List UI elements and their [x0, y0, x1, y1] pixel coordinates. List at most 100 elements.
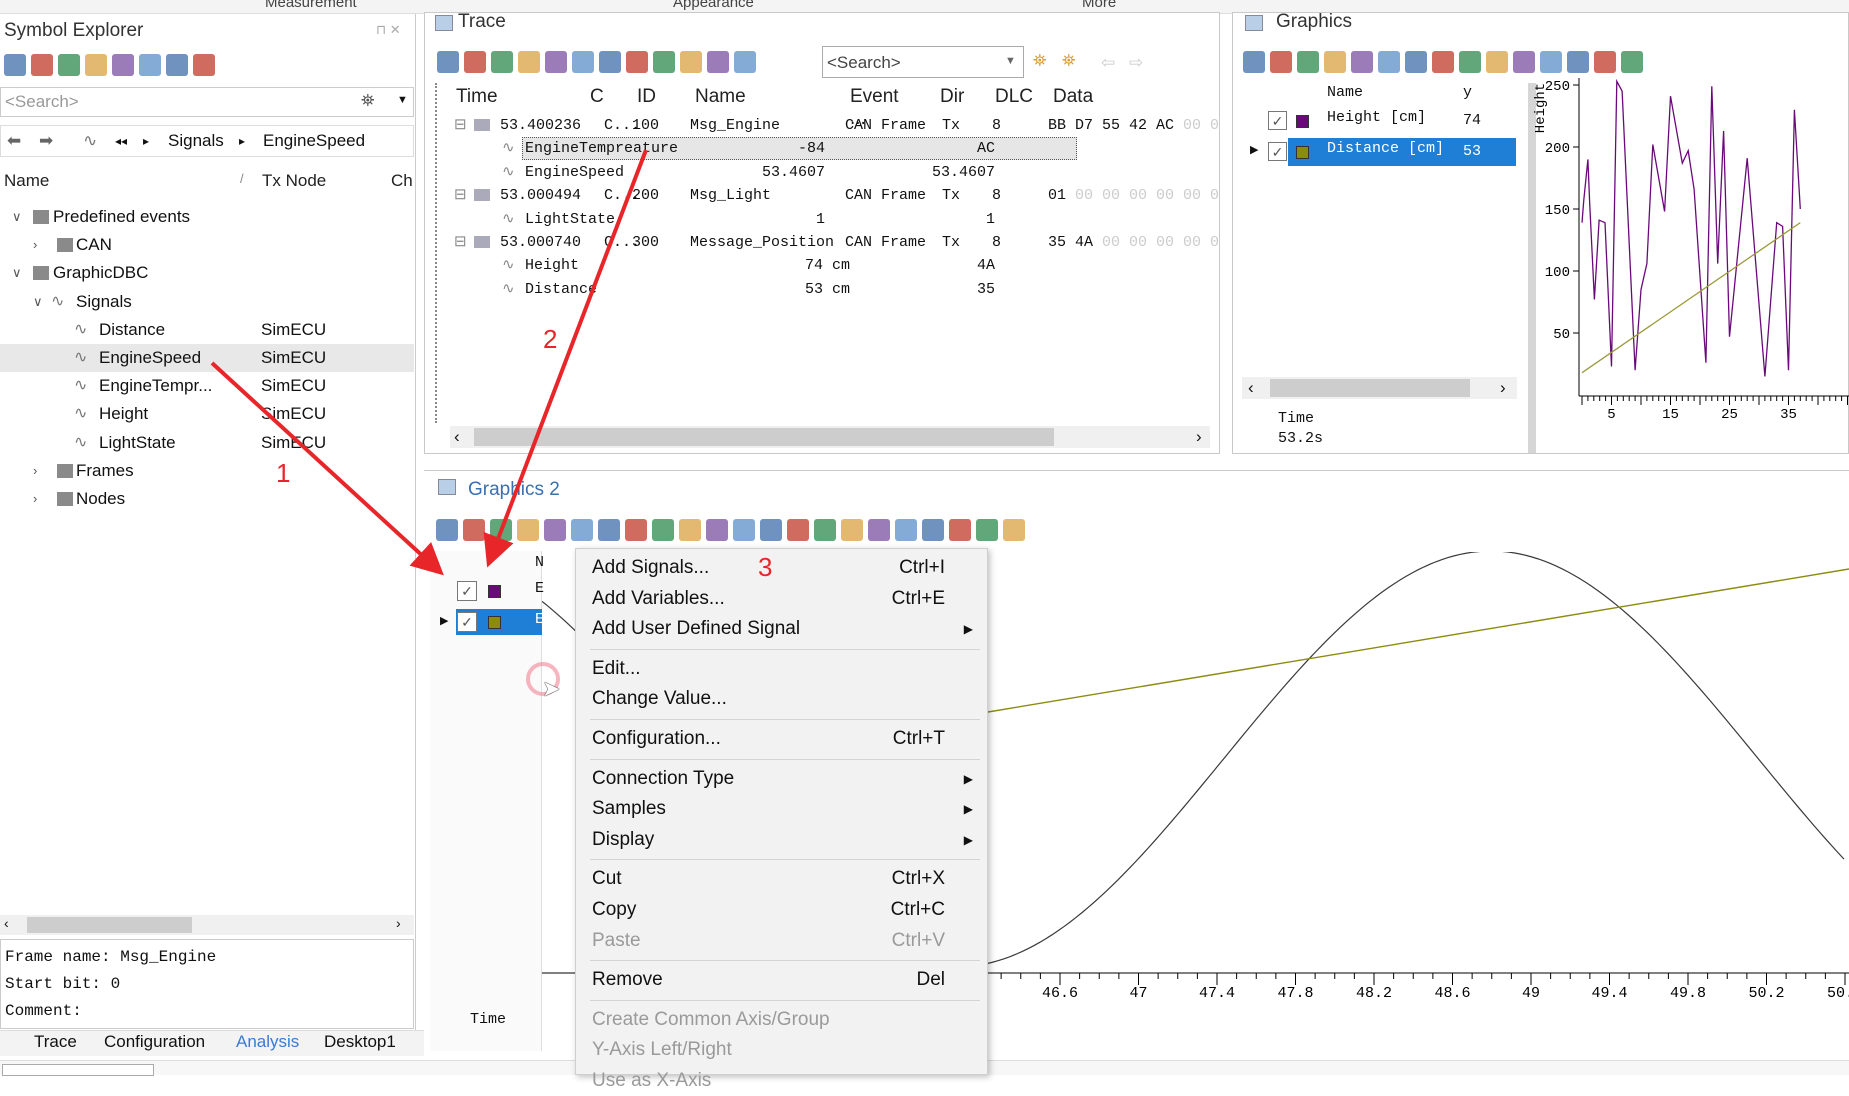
checkbox[interactable]: ✓ — [1268, 142, 1287, 161]
col-name[interactable]: Name — [4, 171, 49, 191]
filter-active-icon[interactable] — [734, 51, 756, 73]
funnel-multi-icon[interactable] — [545, 51, 567, 73]
trace-signal-row[interactable]: ∿ Distance 53 cm 35 — [450, 278, 1210, 301]
col-ch[interactable]: Ch — [391, 171, 413, 191]
tree-item[interactable]: ∿ Height SimECU — [0, 400, 414, 428]
chevron-down-icon[interactable]: ▼ — [397, 94, 408, 106]
chevron-down-icon[interactable]: ∨ — [33, 288, 43, 316]
xy-icon[interactable] — [949, 519, 971, 541]
trace-col-header[interactable]: C — [590, 86, 604, 108]
collapse-icon[interactable]: ⊟ — [454, 184, 467, 207]
measure-icon[interactable] — [1432, 51, 1454, 73]
menu-item-change-value[interactable]: Change Value... — [576, 684, 987, 714]
settings-icon[interactable] — [1003, 519, 1025, 541]
zoom-in-icon[interactable] — [679, 519, 701, 541]
legend-hscrollbar[interactable]: ‹ › — [1242, 377, 1517, 399]
export-icon[interactable] — [707, 51, 729, 73]
trace-splitter[interactable] — [429, 83, 437, 423]
zoom-out-icon[interactable] — [1459, 51, 1481, 73]
menu-item-display[interactable]: Display ▶ — [576, 825, 987, 855]
marker-icon[interactable] — [1567, 51, 1589, 73]
bars-icon[interactable] — [1297, 51, 1319, 73]
export-icon[interactable] — [976, 519, 998, 541]
menu-item-copy[interactable]: Copy Ctrl+C — [576, 895, 987, 925]
scroll-thumb[interactable] — [474, 428, 1054, 446]
ribbon-appearance[interactable]: Appearance — [673, 0, 754, 11]
wave-icon[interactable] — [598, 519, 620, 541]
menu-item-cut[interactable]: Cut Ctrl+X — [576, 864, 987, 894]
color-swatch[interactable] — [1296, 146, 1309, 159]
tree-item[interactable]: › Frames — [0, 457, 414, 485]
expand-icon[interactable] — [491, 51, 513, 73]
legend-row[interactable]: ✓ Height [cm] 74 — [1244, 107, 1516, 135]
g2-legend-row[interactable]: N — [430, 552, 544, 578]
zoom-in-icon[interactable] — [1486, 51, 1508, 73]
pause-icon[interactable] — [463, 519, 485, 541]
g2-legend-row[interactable]: ▶ ✓ E — [430, 609, 544, 635]
color-swatch[interactable] — [488, 585, 501, 598]
double-chevron-icon[interactable]: ◂◂ — [115, 126, 127, 156]
menu-item-add-signals[interactable]: Add Signals... Ctrl+I — [576, 553, 987, 583]
marker-icon[interactable] — [760, 519, 782, 541]
layout-icon[interactable] — [1243, 51, 1265, 73]
variable-icon[interactable] — [58, 54, 80, 76]
trace-col-header[interactable]: Time — [456, 86, 498, 108]
checkbox[interactable]: ✓ — [457, 612, 477, 632]
graphics-chart[interactable]: Height250200150100505 15 25 35 — [1530, 78, 1849, 438]
scroll-thumb[interactable] — [1270, 379, 1470, 397]
document-icon[interactable] — [139, 54, 161, 76]
tab-trace[interactable]: Trace — [34, 1032, 77, 1052]
status-input[interactable] — [2, 1064, 154, 1076]
nav-back-icon[interactable]: ⇦ — [1101, 53, 1115, 73]
trace-message-row[interactable]: ⊟ 53.000740 C... 300 Message_Position CAN Fra… — [450, 231, 1219, 254]
zoom-fit-icon[interactable] — [706, 519, 728, 541]
arrow-left-icon[interactable] — [1621, 51, 1643, 73]
chevron-down-icon[interactable]: ▼ — [1005, 55, 1016, 67]
tree-item[interactable]: ∿ EngineTempr... SimECU — [0, 372, 414, 400]
trace-hscrollbar[interactable]: ‹ › — [450, 426, 1210, 448]
filter-icon[interactable] — [437, 51, 459, 73]
menu-item-samples[interactable]: Samples ▶ — [576, 794, 987, 824]
chevron-right-icon[interactable]: › — [33, 231, 37, 259]
zoom-fit-icon[interactable] — [1513, 51, 1535, 73]
chevron-down-icon[interactable]: ∨ — [12, 259, 22, 287]
bars-icon[interactable] — [490, 519, 512, 541]
clear-icon[interactable] — [599, 51, 621, 73]
sort-icon[interactable] — [193, 54, 215, 76]
layout-icon[interactable] — [436, 519, 458, 541]
breadcrumb-signals[interactable]: Signals — [168, 126, 224, 156]
g2-legend-row[interactable]: ✓ E — [430, 578, 544, 604]
abc-icon[interactable] — [166, 54, 188, 76]
nav-forward-icon[interactable]: ⇨ — [1129, 53, 1143, 73]
menu-item-edit[interactable]: Edit... — [576, 654, 987, 684]
trace-col-header[interactable]: DLC — [995, 86, 1033, 108]
zoom-out-icon[interactable] — [652, 519, 674, 541]
binoculars-icon[interactable]: ⛯ — [361, 91, 375, 111]
wave-icon[interactable] — [1405, 51, 1427, 73]
pin-icon[interactable]: ⊓ ✕ — [376, 22, 401, 38]
menu-item-remove[interactable]: Remove Del — [576, 965, 987, 995]
chevron-right-icon[interactable]: › — [33, 457, 37, 485]
chart-icon[interactable] — [544, 519, 566, 541]
undo-icon[interactable] — [895, 519, 917, 541]
axis-icon[interactable] — [733, 519, 755, 541]
trace-signal-row[interactable]: ∿ Height 74 cm 4A — [450, 254, 1210, 277]
chevron-right-icon[interactable]: › — [33, 485, 37, 513]
binoculars-icon[interactable] — [572, 51, 594, 73]
menu-item-add-variables[interactable]: Add Variables... Ctrl+E — [576, 584, 987, 614]
arrow-left-icon[interactable] — [814, 519, 836, 541]
cursor-icon[interactable] — [787, 519, 809, 541]
tab-configuration[interactable]: Configuration — [104, 1032, 205, 1052]
col-tx-node[interactable]: Tx Node — [262, 171, 326, 191]
trace-signal-row[interactable]: ∿ EngineTempreature -84 AC — [450, 137, 1210, 161]
bars2-icon[interactable] — [517, 519, 539, 541]
message-icon[interactable] — [85, 54, 107, 76]
tree-item[interactable]: › CAN — [0, 231, 414, 259]
tab-analysis[interactable]: Analysis — [236, 1032, 299, 1052]
menu-item-configuration[interactable]: Configuration... Ctrl+T — [576, 724, 987, 754]
menu-item-add-user-defined-signal[interactable]: Add User Defined Signal ▶ — [576, 614, 987, 644]
forward-icon[interactable]: ➡ — [39, 126, 53, 156]
menu-item-connection-type[interactable]: Connection Type ▶ — [576, 764, 987, 794]
tree-item[interactable]: ∿ LightState SimECU — [0, 429, 414, 457]
collapse-icon[interactable]: ⊟ — [454, 114, 467, 137]
